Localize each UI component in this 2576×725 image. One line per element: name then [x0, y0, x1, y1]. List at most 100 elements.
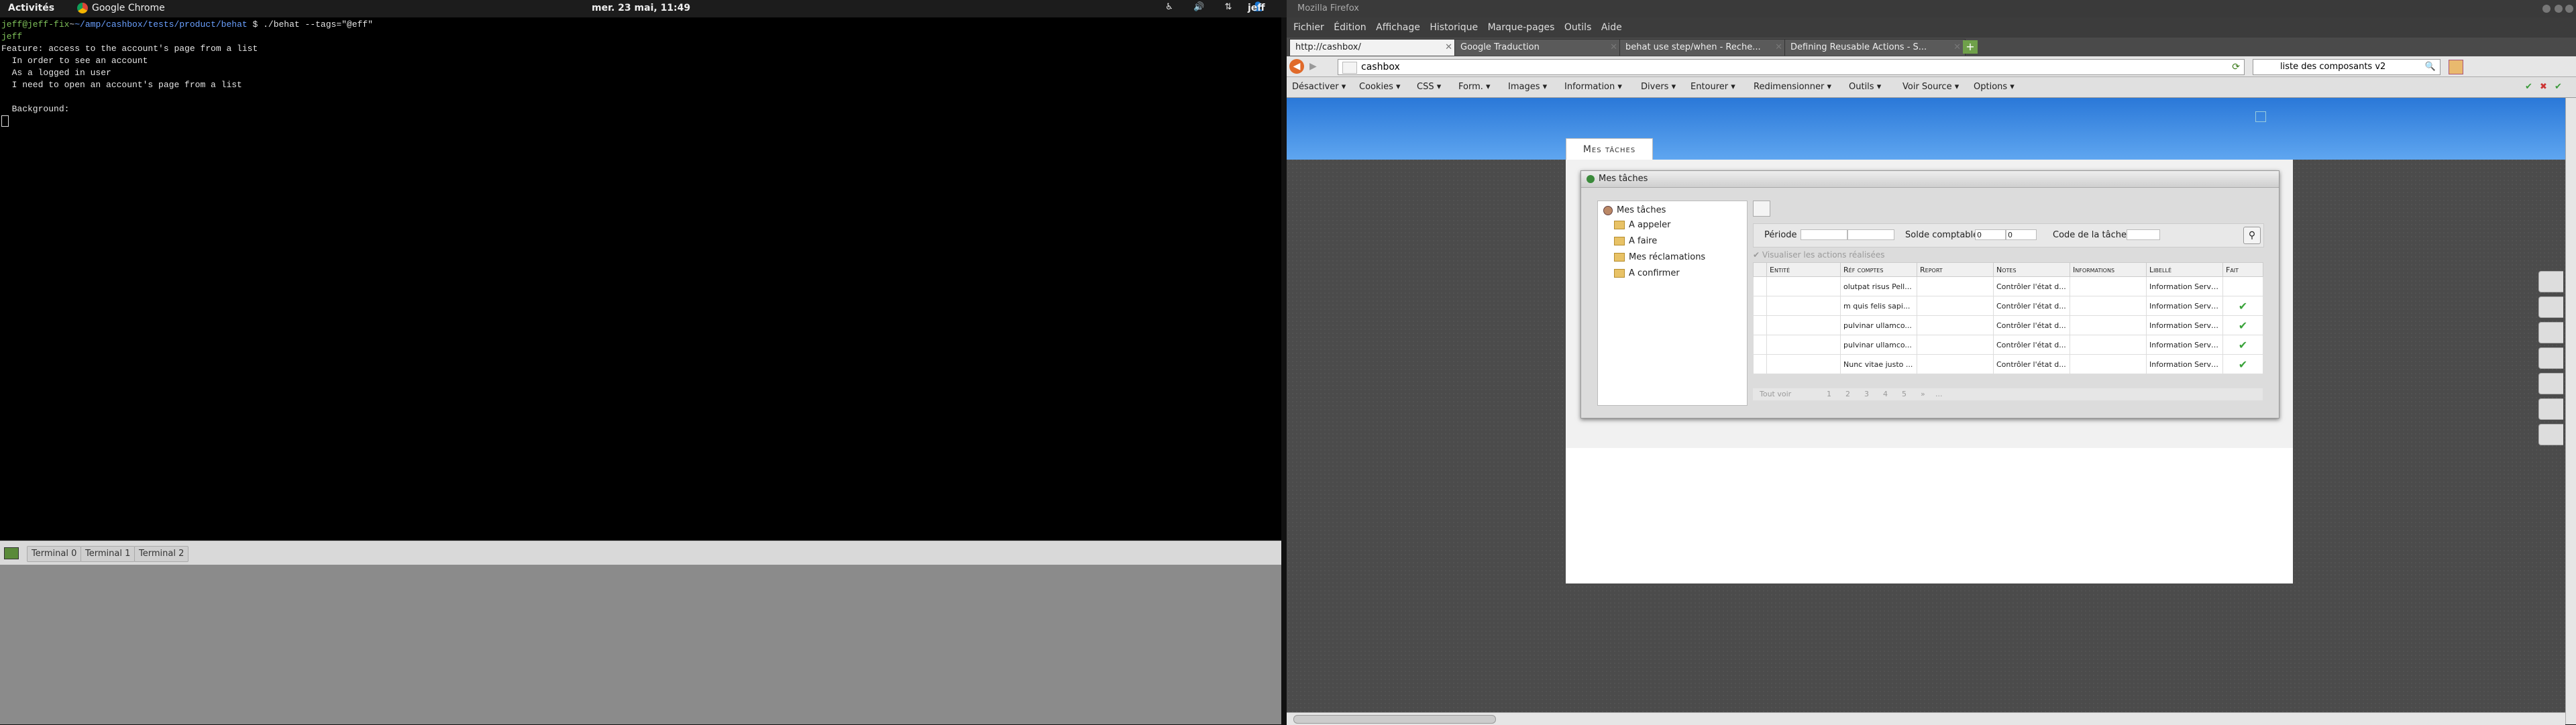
column-header[interactable]: Libellé — [2146, 262, 2223, 277]
side-tool-icon[interactable] — [2538, 373, 2563, 394]
devbar-options[interactable]: Options ▾ — [1974, 82, 2015, 92]
export-button[interactable] — [1753, 201, 1770, 217]
activities-button[interactable]: Activités — [8, 3, 54, 13]
user-menu[interactable]: jeff — [1248, 3, 1265, 13]
browser-tab[interactable]: http://cashbox/ ✕ — [1289, 39, 1457, 56]
side-tool-icon[interactable] — [2538, 296, 2563, 318]
minimize-icon[interactable] — [2542, 5, 2551, 13]
done-check-icon[interactable]: ✔ — [2222, 335, 2263, 355]
devbar-outils[interactable]: Outils ▾ — [1849, 82, 1881, 92]
table-row[interactable]: pulvinar ullamco... Contrôler l'état d..… — [1753, 315, 2263, 335]
browser-tab[interactable]: behat use step/when - Reche... ✕ — [1619, 39, 1787, 56]
close-icon[interactable] — [2565, 5, 2573, 13]
done-check-icon[interactable]: ✔ — [2222, 354, 2263, 374]
column-header[interactable]: Entité — [1766, 262, 1841, 277]
show-done-checkbox[interactable]: ✔ Visualiser les actions réalisées — [1753, 250, 1885, 260]
back-button[interactable]: ◀ — [1289, 59, 1304, 74]
horizontal-scrollbar[interactable] — [1287, 712, 2565, 725]
vertical-scrollbar[interactable] — [2565, 98, 2576, 724]
side-tool-icon[interactable] — [2538, 398, 2563, 420]
column-header[interactable]: Fait — [2222, 262, 2263, 277]
solde-min-input[interactable]: 0 — [1975, 229, 2006, 240]
periode-end-input[interactable] — [1847, 229, 1894, 240]
url-bar[interactable]: cashbox ⟳ — [1338, 59, 2245, 75]
browser-tab[interactable]: Google Traduction ✕ — [1454, 39, 1622, 56]
side-tool-icon[interactable] — [2538, 271, 2563, 292]
table-row[interactable]: olutpat risus Pell... Contrôler l'état d… — [1753, 276, 2263, 296]
site-identity-icon[interactable] — [1342, 62, 1357, 74]
terminal-icon[interactable] — [4, 547, 19, 559]
done-check-icon[interactable]: ✔ — [2222, 296, 2263, 316]
devbar-images[interactable]: Images ▾ — [1508, 82, 1547, 92]
menu-historique[interactable]: Historique — [1430, 17, 1478, 38]
app-menu[interactable]: Google Chrome — [77, 3, 165, 13]
periode-start-input[interactable] — [1801, 229, 1847, 240]
menu-edition[interactable]: Édition — [1334, 17, 1366, 38]
network-icon[interactable]: ⇅ — [1223, 2, 1234, 13]
search-icon[interactable]: 🔍 — [2425, 60, 2436, 74]
devbar-css[interactable]: CSS ▾ — [1417, 82, 1441, 92]
search-button[interactable]: ⚲ — [2243, 227, 2261, 244]
side-tool-icon[interactable] — [2538, 347, 2563, 369]
solde-max-input[interactable]: 0 — [2006, 229, 2037, 240]
status-error-icon[interactable]: ✖ — [2540, 82, 2547, 92]
more-pages-link[interactable]: ... — [1935, 390, 1943, 398]
devbar-entourer[interactable]: Entourer ▾ — [1690, 82, 1735, 92]
tree-item-a-confirmer[interactable]: A confirmer — [1614, 268, 1680, 278]
browser-tab[interactable]: Defining Reusable Actions - S... ✕ — [1784, 39, 1966, 56]
page-link[interactable]: 1 — [1827, 390, 1831, 398]
tree-item-a-appeler[interactable]: A appeler — [1614, 220, 1670, 230]
column-header[interactable] — [1753, 262, 1767, 277]
page-link[interactable]: 2 — [1845, 390, 1850, 398]
close-tab-icon[interactable]: ✕ — [1775, 40, 1782, 56]
terminal-tab-2[interactable]: Terminal 2 — [134, 546, 189, 562]
page-link[interactable]: 3 — [1864, 390, 1869, 398]
menu-affichage[interactable]: Affichage — [1376, 17, 1420, 38]
column-header[interactable]: Report — [1917, 262, 1994, 277]
tree-item-a-faire[interactable]: A faire — [1614, 236, 1657, 246]
devbar-information[interactable]: Information ▾ — [1564, 82, 1622, 92]
accessibility-icon[interactable]: ♿ — [1164, 2, 1175, 13]
terminal-window[interactable]: jeff@jeff-fix~~/amp/cashbox/tests/produc… — [0, 17, 1281, 541]
menu-fichier[interactable]: Fichier — [1293, 17, 1324, 38]
clock[interactable]: mer. 23 mai, 11:49 — [592, 3, 690, 13]
menu-aide[interactable]: Aide — [1601, 17, 1622, 38]
done-check-icon[interactable] — [2222, 276, 2263, 296]
close-tab-icon[interactable]: ✕ — [1610, 40, 1617, 56]
maximize-icon[interactable] — [2555, 5, 2563, 13]
table-row[interactable]: pulvinar ullamco... Contrôler l'état d..… — [1753, 335, 2263, 355]
devbar-redimensionner[interactable]: Redimensionner ▾ — [1754, 82, 1831, 92]
home-icon[interactable] — [2449, 60, 2463, 74]
volume-icon[interactable]: 🔊 — [1193, 2, 1204, 13]
terminal-tab-0[interactable]: Terminal 0 — [27, 546, 82, 562]
tree-root[interactable]: Mes tâches — [1603, 205, 1666, 215]
devbar-desactiver[interactable]: Désactiver ▾ — [1292, 82, 1346, 92]
scrollbar-thumb[interactable] — [1293, 715, 1496, 724]
column-header[interactable]: Notes — [1993, 262, 2070, 277]
next-page-link[interactable]: » — [1921, 390, 1925, 398]
new-tab-button[interactable]: + — [1963, 40, 1978, 54]
reload-icon[interactable]: ⟳ — [2232, 60, 2240, 74]
status-ok-icon[interactable]: ✔ — [2525, 82, 2532, 92]
status-valid-icon[interactable]: ✔ — [2555, 82, 2562, 92]
forward-button[interactable]: ▶ — [1309, 61, 1317, 72]
devbar-voir-source[interactable]: Voir Source ▾ — [1902, 82, 1959, 92]
column-header[interactable]: Informations — [2070, 262, 2147, 277]
code-input[interactable] — [2127, 229, 2160, 240]
devbar-cookies[interactable]: Cookies ▾ — [1359, 82, 1401, 92]
close-tab-icon[interactable]: ✕ — [1445, 40, 1452, 56]
side-tool-icon[interactable] — [2538, 424, 2563, 445]
terminal-tab-1[interactable]: Terminal 1 — [80, 546, 136, 562]
devbar-form[interactable]: Form. ▾ — [1458, 82, 1491, 92]
table-row[interactable]: m quis felis sapi... Contrôler l'état d.… — [1753, 296, 2263, 316]
tree-item-mes-reclamations[interactable]: Mes réclamations — [1614, 252, 1705, 262]
search-input[interactable]: liste des composants v2 🔍 — [2253, 59, 2440, 75]
page-title-tab[interactable]: Mes tâches — [1566, 138, 1653, 161]
page-link[interactable]: 4 — [1883, 390, 1888, 398]
table-row[interactable]: Nunc vitae justo ... Contrôler l'état d.… — [1753, 354, 2263, 374]
close-tab-icon[interactable]: ✕ — [1953, 40, 1961, 56]
menu-marque-pages[interactable]: Marque-pages — [1488, 17, 1555, 38]
side-tool-icon[interactable] — [2538, 322, 2563, 343]
column-header[interactable]: Réf comptes — [1840, 262, 1917, 277]
done-check-icon[interactable]: ✔ — [2222, 315, 2263, 335]
